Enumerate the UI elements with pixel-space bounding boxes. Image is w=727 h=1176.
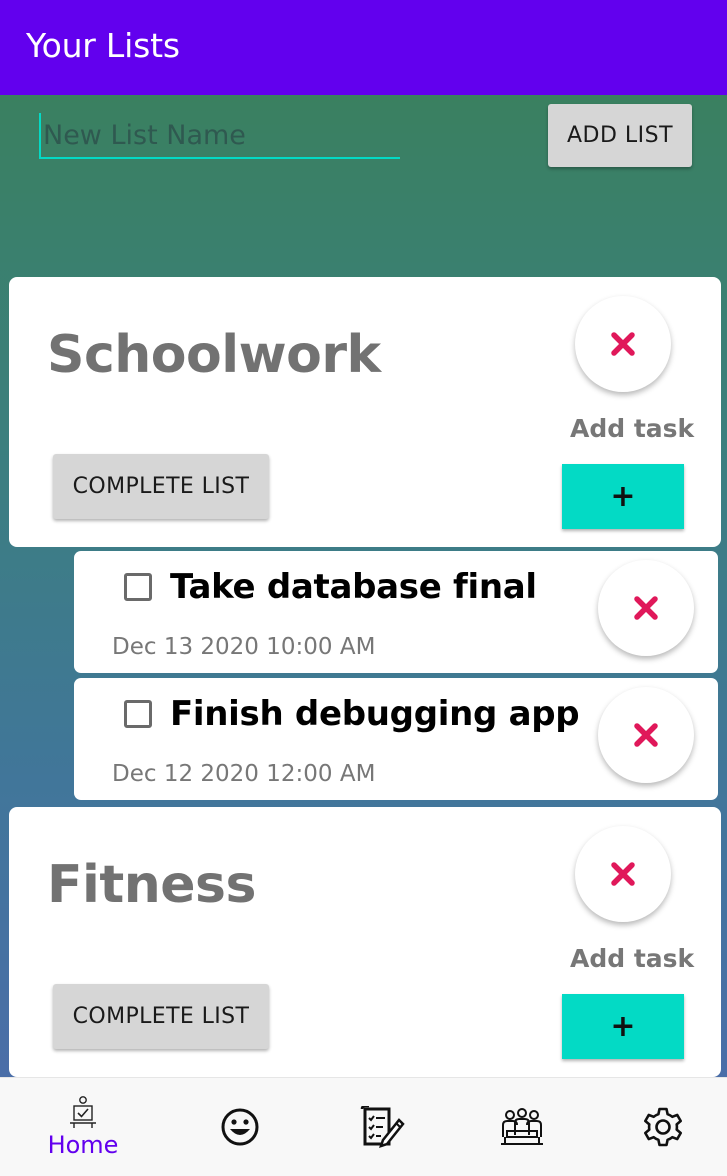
list-card-schoolwork: Schoolwork Add task COMPLETE LIST + [9, 277, 721, 547]
task-date: Dec 12 2020 12:00 AM [112, 761, 376, 787]
home-icon [70, 1096, 96, 1128]
add-task-button[interactable]: + [562, 994, 684, 1059]
task-item: Finish debugging app Dec 12 2020 12:00 A… [74, 678, 718, 800]
complete-list-button[interactable]: COMPLETE LIST [53, 454, 269, 519]
task-item: Take database final Dec 13 2020 10:00 AM [74, 551, 718, 673]
bottom-navigation: Home [0, 1077, 727, 1176]
nav-notes[interactable] [332, 1078, 432, 1176]
delete-list-button[interactable] [575, 826, 671, 922]
add-task-label: Add task [570, 414, 695, 443]
page-title: Your Lists [26, 26, 180, 65]
task-name: Finish debugging app [170, 694, 580, 734]
list-title: Fitness [47, 855, 256, 915]
close-icon [634, 723, 658, 747]
add-task-label: Add task [570, 944, 695, 973]
nav-settings[interactable] [613, 1078, 713, 1176]
nav-mood[interactable] [190, 1078, 290, 1176]
close-icon [634, 596, 658, 620]
nav-groups[interactable] [472, 1078, 572, 1176]
close-icon [611, 332, 635, 356]
task-date: Dec 13 2020 10:00 AM [112, 634, 376, 660]
complete-list-button[interactable]: COMPLETE LIST [53, 984, 269, 1049]
task-name: Take database final [170, 567, 537, 607]
task-checkbox[interactable] [124, 573, 152, 601]
group-icon [501, 1108, 543, 1145]
add-list-button[interactable]: ADD LIST [548, 104, 692, 167]
close-icon [611, 862, 635, 886]
notes-edit-icon [360, 1106, 405, 1148]
delete-task-button[interactable] [598, 687, 694, 783]
smiley-icon [221, 1108, 259, 1146]
list-card-fitness: Fitness Add task COMPLETE LIST + [9, 807, 721, 1077]
nav-home[interactable]: Home [33, 1078, 133, 1176]
list-title: Schoolwork [47, 325, 381, 385]
task-checkbox[interactable] [124, 700, 152, 728]
app-bar: Your Lists [0, 0, 727, 95]
new-list-field[interactable] [39, 113, 400, 159]
delete-list-button[interactable] [575, 296, 671, 392]
new-list-name-input[interactable] [39, 113, 400, 157]
add-task-button[interactable]: + [562, 464, 684, 529]
nav-home-label: Home [47, 1131, 119, 1159]
lists-content[interactable]: ADD LIST Schoolwork Add task COMPLETE LI… [0, 95, 727, 1077]
gear-icon [644, 1107, 682, 1147]
delete-task-button[interactable] [598, 560, 694, 656]
